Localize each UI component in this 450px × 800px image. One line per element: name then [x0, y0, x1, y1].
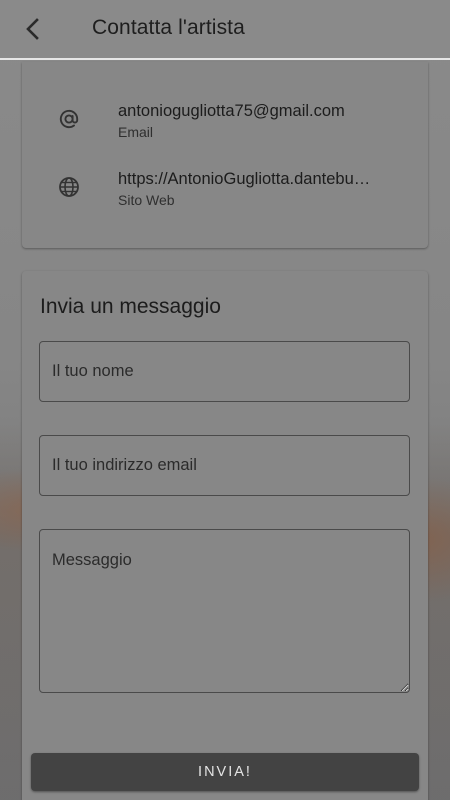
- contact-email-label: Email: [118, 124, 154, 140]
- email-input[interactable]: [39, 435, 410, 496]
- contact-website-row[interactable]: https://AntonioGugliotta.dantebu… Sito W…: [22, 170, 428, 222]
- page-title: Contatta l'artista: [92, 16, 245, 39]
- chevron-left-icon: [26, 18, 39, 40]
- contact-info-card: antoniogugliotta75@gmail.com Email https…: [22, 62, 428, 248]
- form-title: Invia un messaggio: [40, 295, 221, 318]
- contact-email-value: antoniogugliotta75@gmail.com: [118, 102, 345, 120]
- globe-icon: [56, 174, 82, 200]
- at-sign-icon: [56, 106, 82, 132]
- name-input[interactable]: [39, 341, 410, 402]
- contact-website-label: Sito Web: [118, 192, 175, 208]
- back-button[interactable]: [18, 14, 48, 44]
- message-textarea[interactable]: [39, 529, 410, 693]
- app-header: Contatta l'artista: [0, 0, 450, 60]
- contact-website-value: https://AntonioGugliotta.dantebu…: [118, 170, 371, 188]
- send-button[interactable]: INVIA!: [31, 753, 419, 791]
- contact-email-row[interactable]: antoniogugliotta75@gmail.com Email: [22, 102, 428, 154]
- contact-artist-screen: Contatta l'artista antoniogugliotta75@gm…: [0, 0, 450, 800]
- message-form-card: Invia un messaggio INVIA!: [22, 271, 428, 800]
